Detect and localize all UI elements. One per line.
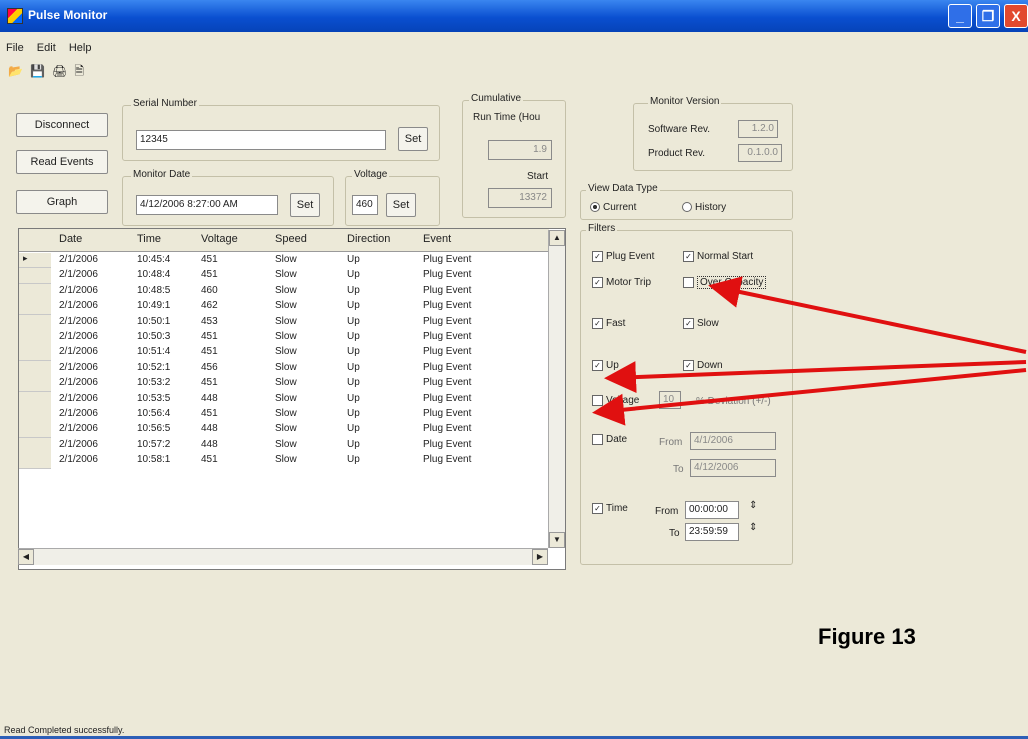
arrow-to-over-capacity [708,276,1027,354]
status-text: Read Completed successfully. [4,725,125,735]
figure-caption: Figure 13 [818,624,916,649]
